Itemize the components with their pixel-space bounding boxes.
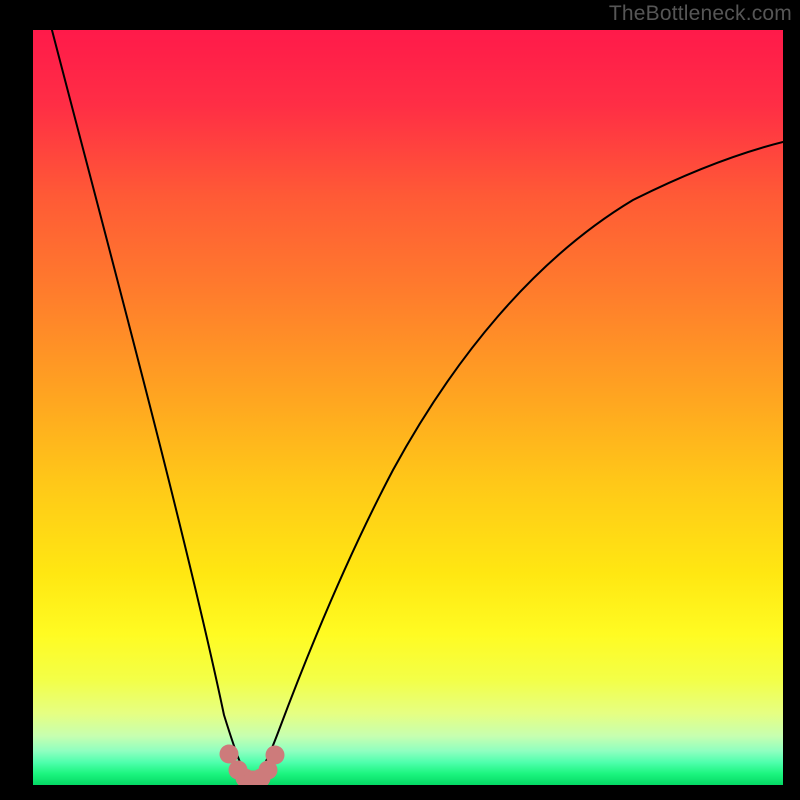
gradient-background bbox=[33, 30, 783, 785]
chart-frame: TheBottleneck.com bbox=[0, 0, 800, 800]
chart-svg bbox=[33, 30, 783, 785]
plot-area bbox=[33, 30, 783, 785]
watermark-text: TheBottleneck.com bbox=[609, 2, 792, 26]
trough-marker bbox=[266, 746, 285, 765]
trough-marker bbox=[220, 745, 239, 764]
